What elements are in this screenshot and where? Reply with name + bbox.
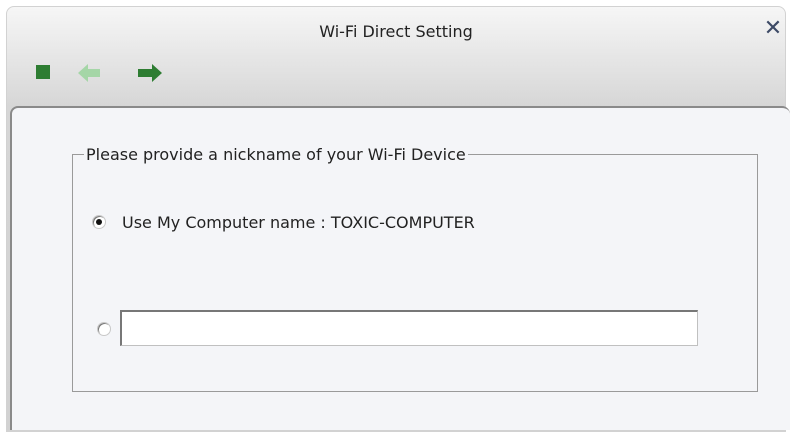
close-icon[interactable]: ✕ <box>760 16 786 42</box>
use-computer-name-radio[interactable] <box>92 215 106 229</box>
custom-nickname-input[interactable] <box>120 310 698 346</box>
wifi-direct-setting-window: Wi-Fi Direct Setting ✕ Please provide a … <box>0 0 792 434</box>
nickname-groupbox <box>72 154 758 392</box>
custom-nickname-radio[interactable] <box>97 322 111 336</box>
window-title: Wi-Fi Direct Setting <box>319 22 473 41</box>
radio-selected-dot <box>96 219 102 225</box>
use-computer-name-label[interactable]: Use My Computer name : TOXIC-COMPUTER <box>122 213 475 232</box>
forward-arrow-icon[interactable] <box>134 60 164 86</box>
back-arrow-icon[interactable] <box>76 60 106 86</box>
nickname-groupbox-legend: Please provide a nickname of your Wi-Fi … <box>84 145 468 164</box>
stop-icon[interactable] <box>34 60 64 86</box>
